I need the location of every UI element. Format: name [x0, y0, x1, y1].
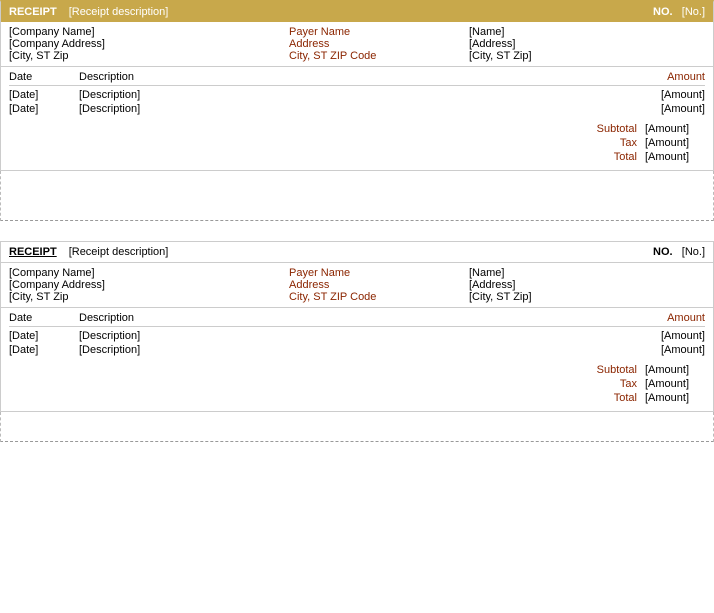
row1-date-1: [Date] — [9, 89, 79, 101]
table-header-1: Date Description Amount — [9, 71, 705, 86]
payee-info-1: [Name] [Address] [City, ST Zip] — [469, 26, 705, 62]
col-amount-header-1: Amount — [605, 71, 705, 83]
payee-name-2: [Name] — [469, 267, 705, 279]
row2-desc-2: [Description] — [79, 344, 605, 356]
payee-address-2: [Address] — [469, 279, 705, 291]
row1-date-2: [Date] — [9, 330, 79, 342]
table-row: [Date] [Description] [Amount] — [9, 343, 705, 357]
no-label-1: NO. — [653, 6, 673, 18]
total-label-1: Total — [577, 151, 637, 163]
receipt-no-1: NO. [No.] — [653, 6, 705, 18]
subtotal-row-1: Subtotal [Amount] — [9, 122, 705, 136]
payer-address-1: Address — [289, 38, 469, 50]
col-date-header-1: Date — [9, 71, 79, 83]
payer-city-1: City, ST ZIP Code — [289, 50, 469, 62]
receipt-container: RECEIPT [Receipt description] NO. [No.] … — [0, 0, 714, 442]
receipt-no-2: NO. [No.] — [653, 246, 705, 258]
payee-name-1: [Name] — [469, 26, 705, 38]
company-info-2: [Company Name] [Company Address] [City, … — [9, 267, 289, 303]
no-value-2: [No.] — [682, 246, 705, 258]
company-name-1: [Company Name] — [9, 26, 289, 38]
receipt-block-2: RECEIPT [Receipt description] NO. [No.] … — [0, 241, 714, 412]
payer-info-2: Payer Name Address City, ST ZIP Code — [289, 267, 469, 303]
total-row-1: Total [Amount] — [9, 150, 705, 164]
no-label-2: NO. — [653, 246, 673, 258]
receipt-desc-2: [Receipt description] — [69, 246, 169, 258]
payee-info-2: [Name] [Address] [City, ST Zip] — [469, 267, 705, 303]
totals-section-1: Subtotal [Amount] Tax [Amount] Total [Am… — [1, 120, 713, 170]
subtotal-label-2: Subtotal — [577, 364, 637, 376]
table-row: [Date] [Description] [Amount] — [9, 329, 705, 343]
col-desc-header-1: Description — [79, 71, 605, 83]
row1-desc-2: [Description] — [79, 330, 605, 342]
receipt-header-left-1: RECEIPT [Receipt description] — [9, 6, 168, 18]
company-city-2: [City, ST Zip — [9, 291, 289, 303]
payee-city-2: [City, ST Zip] — [469, 291, 705, 303]
subtotal-value-1: [Amount] — [645, 123, 705, 135]
tax-row-1: Tax [Amount] — [9, 136, 705, 150]
receipt-spacer — [0, 171, 714, 221]
tax-label-2: Tax — [577, 378, 637, 390]
row2-desc-1: [Description] — [79, 103, 605, 115]
company-name-2: [Company Name] — [9, 267, 289, 279]
receipt-desc-1: [Receipt description] — [69, 6, 169, 18]
payer-name-2: Payer Name — [289, 267, 469, 279]
tax-value-1: [Amount] — [645, 137, 705, 149]
tax-value-2: [Amount] — [645, 378, 705, 390]
table-row: [Date] [Description] [Amount] — [9, 102, 705, 116]
receipt-table-1: Date Description Amount [Date] [Descript… — [1, 67, 713, 120]
payer-address-2: Address — [289, 279, 469, 291]
totals-section-2: Subtotal [Amount] Tax [Amount] Total [Am… — [1, 361, 713, 411]
subtotal-label-1: Subtotal — [577, 123, 637, 135]
company-address-1: [Company Address] — [9, 38, 289, 50]
receipt-block-1: RECEIPT [Receipt description] NO. [No.] … — [0, 0, 714, 171]
receipt-info-2: [Company Name] [Company Address] [City, … — [1, 263, 713, 308]
table-header-2: Date Description Amount — [9, 312, 705, 327]
row2-date-2: [Date] — [9, 344, 79, 356]
row2-date-1: [Date] — [9, 103, 79, 115]
total-row-2: Total [Amount] — [9, 391, 705, 405]
total-value-1: [Amount] — [645, 151, 705, 163]
total-label-2: Total — [577, 392, 637, 404]
payer-city-2: City, ST ZIP Code — [289, 291, 469, 303]
subtotal-row-2: Subtotal [Amount] — [9, 363, 705, 377]
payer-name-1: Payer Name — [289, 26, 469, 38]
bottom-spacer — [0, 412, 714, 442]
payer-info-1: Payer Name Address City, ST ZIP Code — [289, 26, 469, 62]
company-city-1: [City, ST Zip — [9, 50, 289, 62]
row1-amount-2: [Amount] — [605, 330, 705, 342]
receipt-header-left-2: RECEIPT [Receipt description] — [9, 246, 168, 258]
col-date-header-2: Date — [9, 312, 79, 324]
row2-amount-1: [Amount] — [605, 103, 705, 115]
receipt-header-2: RECEIPT [Receipt description] NO. [No.] — [1, 242, 713, 263]
table-row: [Date] [Description] [Amount] — [9, 88, 705, 102]
company-address-2: [Company Address] — [9, 279, 289, 291]
receipt-label-1: RECEIPT — [9, 6, 57, 18]
row1-desc-1: [Description] — [79, 89, 605, 101]
row1-amount-1: [Amount] — [605, 89, 705, 101]
tax-label-1: Tax — [577, 137, 637, 149]
subtotal-value-2: [Amount] — [645, 364, 705, 376]
receipt-label-2: RECEIPT — [9, 246, 57, 258]
no-value-1: [No.] — [682, 6, 705, 18]
company-info-1: [Company Name] [Company Address] [City, … — [9, 26, 289, 62]
tax-row-2: Tax [Amount] — [9, 377, 705, 391]
payee-address-1: [Address] — [469, 38, 705, 50]
total-value-2: [Amount] — [645, 392, 705, 404]
between-space — [0, 221, 714, 241]
col-amount-header-2: Amount — [605, 312, 705, 324]
row2-amount-2: [Amount] — [605, 344, 705, 356]
receipt-table-2: Date Description Amount [Date] [Descript… — [1, 308, 713, 361]
payee-city-1: [City, ST Zip] — [469, 50, 705, 62]
col-desc-header-2: Description — [79, 312, 605, 324]
receipt-header-1: RECEIPT [Receipt description] NO. [No.] — [1, 2, 713, 22]
receipt-info-1: [Company Name] [Company Address] [City, … — [1, 22, 713, 67]
